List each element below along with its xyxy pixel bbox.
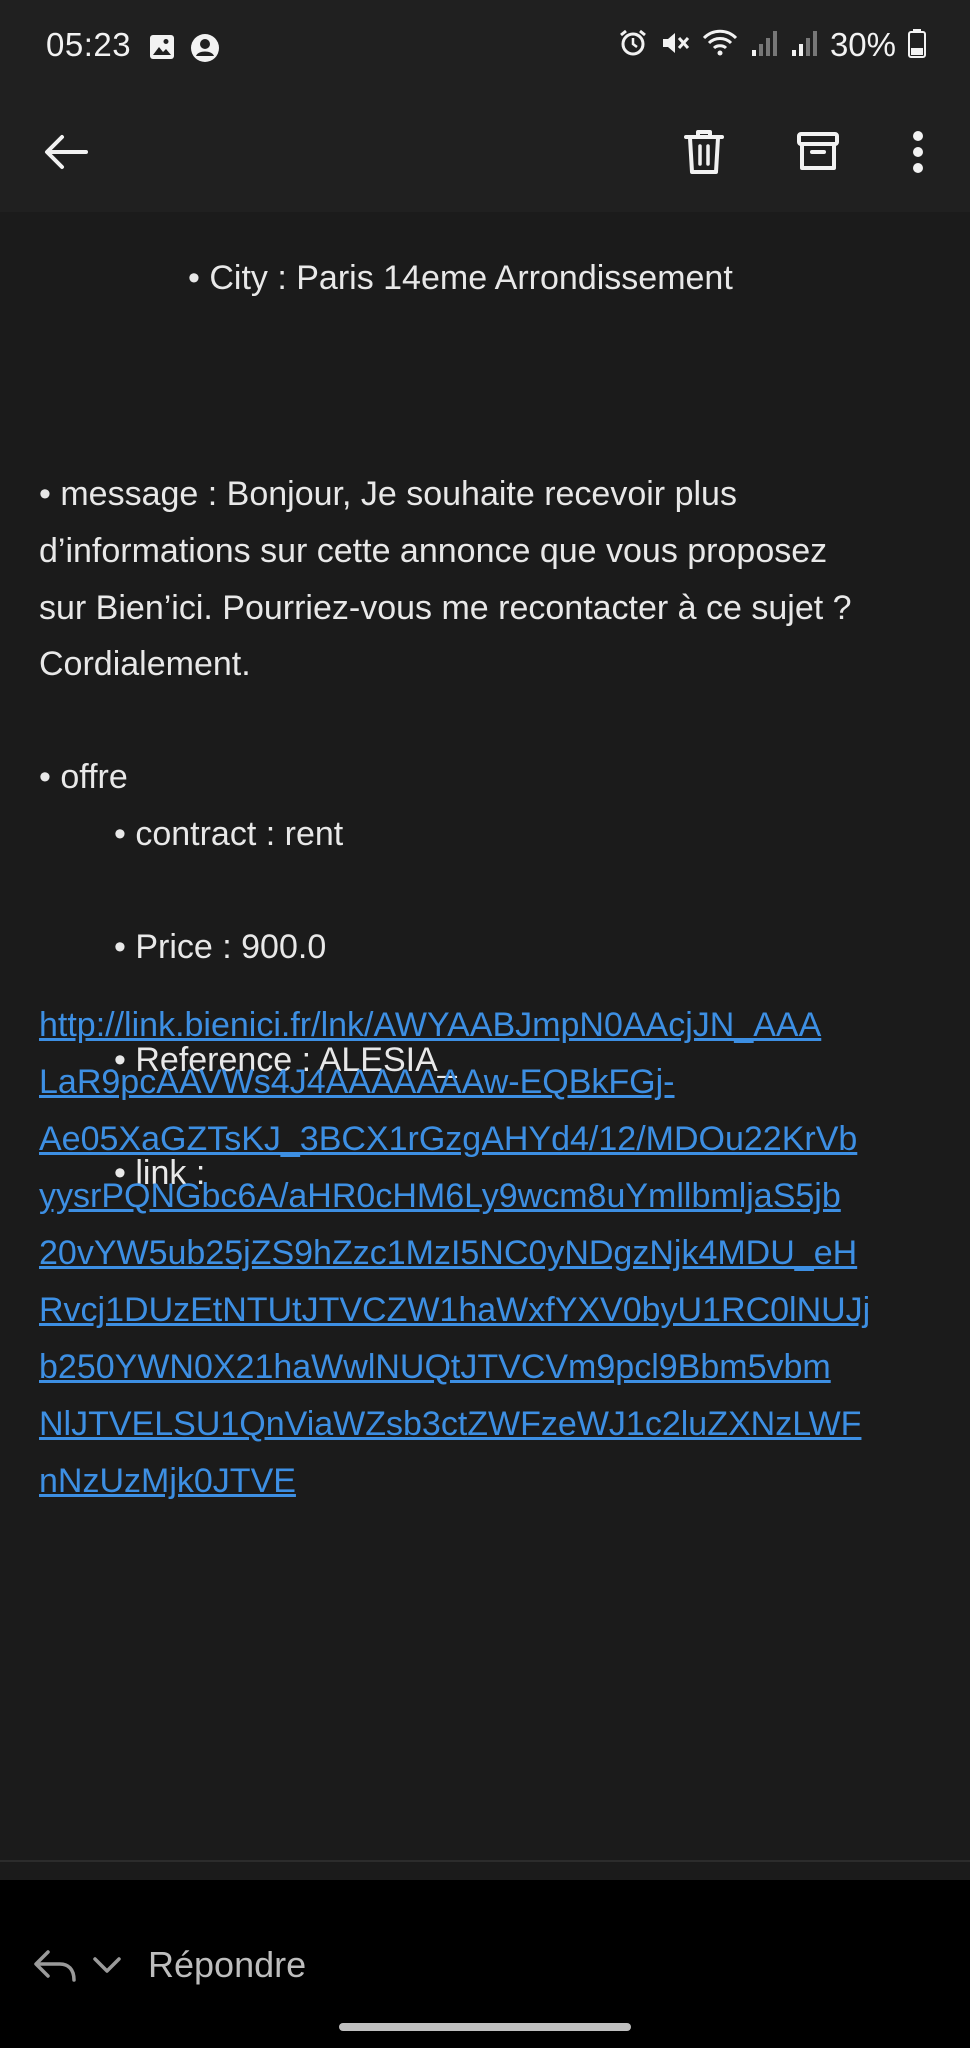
gallery-icon (148, 33, 176, 68)
city-line: • City : Paris 14eme Arrondissement (188, 259, 733, 297)
message-line: sur Bien’ici. Pourriez-vous me recontact… (39, 589, 852, 627)
contract-line: • contract : rent (114, 815, 344, 853)
chevron-down-icon[interactable] (92, 1954, 122, 1981)
app-bar (0, 96, 970, 212)
link-line[interactable]: nNzUzMjk0JTVE (39, 1453, 939, 1510)
reply-bar[interactable]: Répondre (0, 1880, 970, 2048)
signal-icon (750, 28, 778, 63)
status-time: 05:23 (46, 26, 132, 63)
battery-percent: 30% (829, 26, 896, 63)
link-line[interactable]: NlJTVELSU1QnViaWZsb3ctZWFzeWJ1c2luZXNzLW… (39, 1396, 939, 1453)
more-options-button[interactable] (884, 120, 952, 188)
price-line: • Price : 900.0 (114, 928, 327, 966)
reply-icon[interactable] (32, 1948, 78, 1989)
more-vertical-icon (912, 130, 924, 179)
link-line[interactable]: yysrPQNGbc6A/aHR0cHM6Ly9wcm8uYmllbmljaS5… (39, 1168, 939, 1225)
trash-icon (682, 128, 726, 181)
delete-button[interactable] (670, 120, 738, 188)
alarm-icon (618, 28, 648, 63)
link-line[interactable]: 20vYW5ub25jZS9hZzc1MzI5NC0yNDgzNjk4MDU_e… (39, 1225, 939, 1282)
archive-button[interactable] (784, 120, 852, 188)
status-right-icons: 30% (618, 26, 926, 64)
signal-icon (790, 28, 818, 63)
arrow-left-icon (42, 132, 90, 177)
message-line: d’informations sur cette annonce que vou… (39, 532, 828, 570)
battery-icon (908, 28, 926, 63)
listing-link[interactable]: http://link.bienici.fr/lnk/AWYAABJmpN0AA… (39, 997, 939, 1510)
wifi-icon (702, 28, 738, 63)
link-line[interactable]: b250YWN0X21haWwlNUQtJTVCVm9pcl9Bbm5vbm (39, 1339, 939, 1396)
back-button[interactable] (32, 120, 100, 188)
status-bar: 05:23 30% (0, 0, 970, 96)
link-line[interactable]: LaR9pcAAVWs4J4AAAAAAAw-EQBkFGj- (39, 1054, 939, 1111)
message-line: Cordialement. (39, 645, 251, 683)
message-line: • message : Bonjour, Je souhaite recevoi… (39, 475, 737, 513)
link-line[interactable]: Rvcj1DUzEtNTUtJTVCZW1haWxfYXV0byU1RC0lNU… (39, 1282, 939, 1339)
link-line[interactable]: http://link.bienici.fr/lnk/AWYAABJmpN0AA… (39, 997, 939, 1054)
archive-icon (796, 130, 840, 179)
home-indicator[interactable] (339, 2023, 631, 2031)
link-line[interactable]: Ae05XaGZTsKJ_3BCX1rGzgAHYd4/12/MDOu22KrV… (39, 1111, 939, 1168)
divider (0, 1860, 970, 1862)
mute-icon (660, 28, 690, 63)
offre-label: • offre (39, 758, 128, 796)
reply-button-label[interactable]: Répondre (148, 1944, 306, 1986)
status-left-icons (148, 33, 220, 68)
account-icon (190, 33, 220, 68)
